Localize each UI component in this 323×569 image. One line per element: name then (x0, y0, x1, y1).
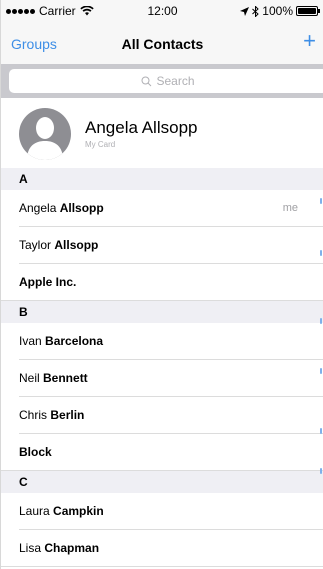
contact-first-name: Angela (19, 201, 57, 215)
battery-icon (296, 6, 320, 16)
avatar (19, 108, 71, 160)
search-icon (141, 76, 152, 86)
contact-last-name: Berlin (50, 408, 85, 422)
contact-first-name: Chris (19, 408, 48, 422)
page-title: All Contacts (121, 36, 204, 52)
status-right: 100% (240, 4, 320, 18)
contact-row[interactable]: Block (1, 434, 323, 471)
contact-first-name: Ivan (19, 334, 42, 348)
contact-row[interactable]: Ivan Barcelona (1, 323, 323, 360)
contact-last-name: Allsopp (59, 201, 104, 215)
contact-first-name: Lisa (19, 541, 42, 555)
search-bar: Search (1, 64, 323, 98)
status-bar: Carrier 12:00 100% (1, 0, 323, 20)
contact-row[interactable]: Neil Bennett (1, 360, 323, 397)
section-header: B (1, 301, 323, 323)
contact-last-name: Campkin (53, 504, 104, 518)
search-input[interactable]: Search (9, 69, 323, 93)
contact-row[interactable]: Chris Berlin (1, 397, 323, 434)
me-badge: me (282, 202, 298, 214)
contact-last-name: Bennett (43, 371, 88, 385)
contact-row[interactable]: Taylor Allsopp (1, 227, 323, 264)
contact-first-name: Taylor (19, 238, 52, 252)
contact-last-name: Apple Inc. (19, 275, 77, 289)
contact-first-name: Neil (19, 371, 40, 385)
section-index[interactable] (317, 168, 323, 568)
contact-row[interactable]: Apple Inc. (1, 264, 323, 301)
bluetooth-icon (252, 5, 260, 17)
person-silhouette-icon (27, 117, 63, 160)
section-header: A (1, 168, 323, 190)
add-contact-button[interactable]: + (303, 30, 316, 52)
contact-row[interactable]: Lisa Chapman (1, 530, 323, 567)
my-card-subtitle: My Card (85, 140, 116, 149)
contacts-screen: Carrier 12:00 100% Groups All Contacts +… (0, 0, 323, 569)
location-arrow-icon (240, 6, 250, 16)
battery-percent: 100% (262, 4, 293, 18)
search-placeholder: Search (156, 74, 195, 88)
section-header: C (1, 471, 323, 493)
contact-row[interactable]: Laura Campkin (1, 493, 323, 530)
contact-last-name: Barcelona (45, 334, 104, 348)
my-card-name: Angela Allsopp (85, 118, 198, 137)
contact-first-name: Laura (19, 504, 50, 518)
contact-row[interactable]: Angela Allsopp me (1, 190, 323, 227)
contact-last-name: Block (19, 445, 52, 459)
contact-list: A Angela Allsopp me Taylor Allsopp Apple Inc… (1, 168, 323, 567)
my-card[interactable]: Angela Allsopp My Card (1, 98, 323, 168)
navigation-bar: Groups All Contacts + (1, 20, 323, 64)
contact-last-name: Chapman (44, 541, 100, 555)
contact-last-name: Allsopp (54, 238, 99, 252)
